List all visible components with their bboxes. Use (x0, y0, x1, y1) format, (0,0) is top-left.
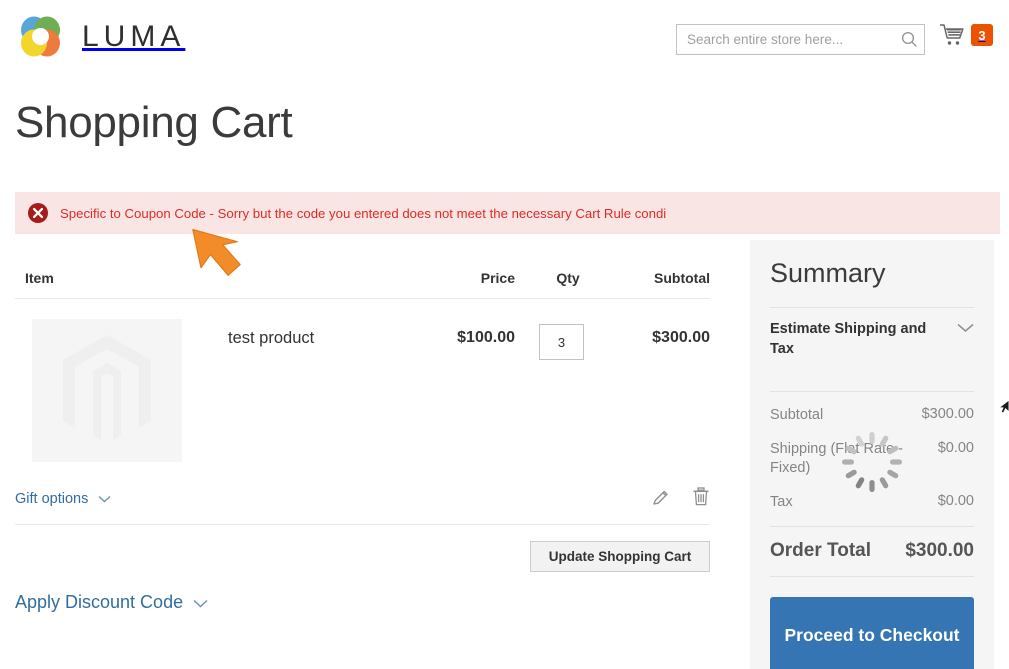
row-action-buttons (652, 487, 710, 506)
gift-options-label: Gift options (15, 491, 88, 507)
order-total-label: Order Total (770, 540, 871, 562)
search-input[interactable] (677, 25, 894, 54)
shopping-cart-icon (938, 22, 966, 48)
luma-logo-text: LUMA (82, 20, 185, 54)
column-header-price: Price (445, 270, 515, 286)
search-icon[interactable] (894, 25, 924, 54)
chevron-down-icon (957, 320, 974, 338)
order-summary-panel: Summary Estimate Shipping and Tax Subtot… (750, 240, 994, 669)
trash-icon[interactable] (692, 487, 710, 506)
estimate-shipping-tax-label: Estimate Shipping and Tax (770, 320, 945, 359)
divider (770, 576, 974, 577)
proceed-to-checkout-button[interactable]: Proceed to Checkout (770, 597, 974, 669)
pencil-icon[interactable] (652, 488, 670, 506)
totals-value: $0.00 (938, 440, 974, 456)
update-shopping-cart-button[interactable]: Update Shopping Cart (530, 541, 710, 572)
cart-table-header: Item Price Qty Subtotal (15, 250, 710, 299)
column-header-qty: Qty (538, 270, 598, 286)
minicart[interactable]: 3 (938, 22, 993, 48)
error-message-banner: Specific to Coupon Code - Sorry but the … (15, 192, 1000, 234)
totals-row-tax: Tax $0.00 (770, 489, 974, 523)
luma-logo-icon (16, 14, 66, 60)
error-circle-x-icon (27, 202, 49, 224)
totals-list: Subtotal $300.00 Shipping (Flat Rate - F… (770, 392, 974, 577)
gift-options-toggle[interactable]: Gift options (15, 491, 111, 507)
chevron-down-icon (98, 491, 111, 507)
totals-label: Subtotal (770, 406, 823, 426)
quantity-input[interactable] (539, 324, 584, 360)
cart-count-badge: 3 (971, 24, 993, 46)
totals-label: Shipping (Flat Rate - Fixed) (770, 440, 910, 479)
totals-row-shipping: Shipping (Flat Rate - Fixed) $0.00 (770, 436, 974, 489)
order-total-value: $300.00 (905, 540, 974, 562)
site-header: LUMA 3 (0, 0, 1009, 80)
estimate-shipping-tax-toggle[interactable]: Estimate Shipping and Tax (770, 308, 974, 373)
page-title: Shopping Cart (15, 100, 292, 146)
summary-title: Summary (770, 258, 974, 289)
totals-value: $0.00 (938, 493, 974, 509)
magento-placeholder-icon (59, 333, 155, 448)
product-subtotal: $300.00 (615, 329, 710, 347)
column-header-item: Item (25, 270, 54, 286)
apply-discount-code-label: Apply Discount Code (15, 592, 183, 613)
totals-value: $300.00 (922, 406, 974, 422)
column-header-subtotal: Subtotal (625, 270, 710, 286)
product-name[interactable]: test product (228, 329, 314, 348)
totals-label: Tax (770, 493, 793, 513)
totals-row-subtotal: Subtotal $300.00 (770, 402, 974, 436)
luma-logo[interactable]: LUMA (16, 14, 185, 60)
mouse-cursor (998, 398, 1009, 419)
gift-options-row: Gift options (15, 485, 710, 525)
table-row: test product $100.00 $300.00 (15, 299, 710, 485)
chevron-down-icon (193, 592, 208, 613)
apply-discount-code-toggle[interactable]: Apply Discount Code (15, 592, 208, 613)
shopping-cart-page: LUMA 3 (0, 0, 1009, 669)
order-total-row: Order Total $300.00 (770, 527, 974, 576)
product-price: $100.00 (430, 329, 515, 347)
cart-items-table: Item Price Qty Subtotal test product $10… (15, 250, 710, 525)
product-image[interactable] (32, 319, 182, 462)
error-message-text: Specific to Coupon Code - Sorry but the … (60, 206, 666, 221)
search-box[interactable] (676, 24, 925, 55)
